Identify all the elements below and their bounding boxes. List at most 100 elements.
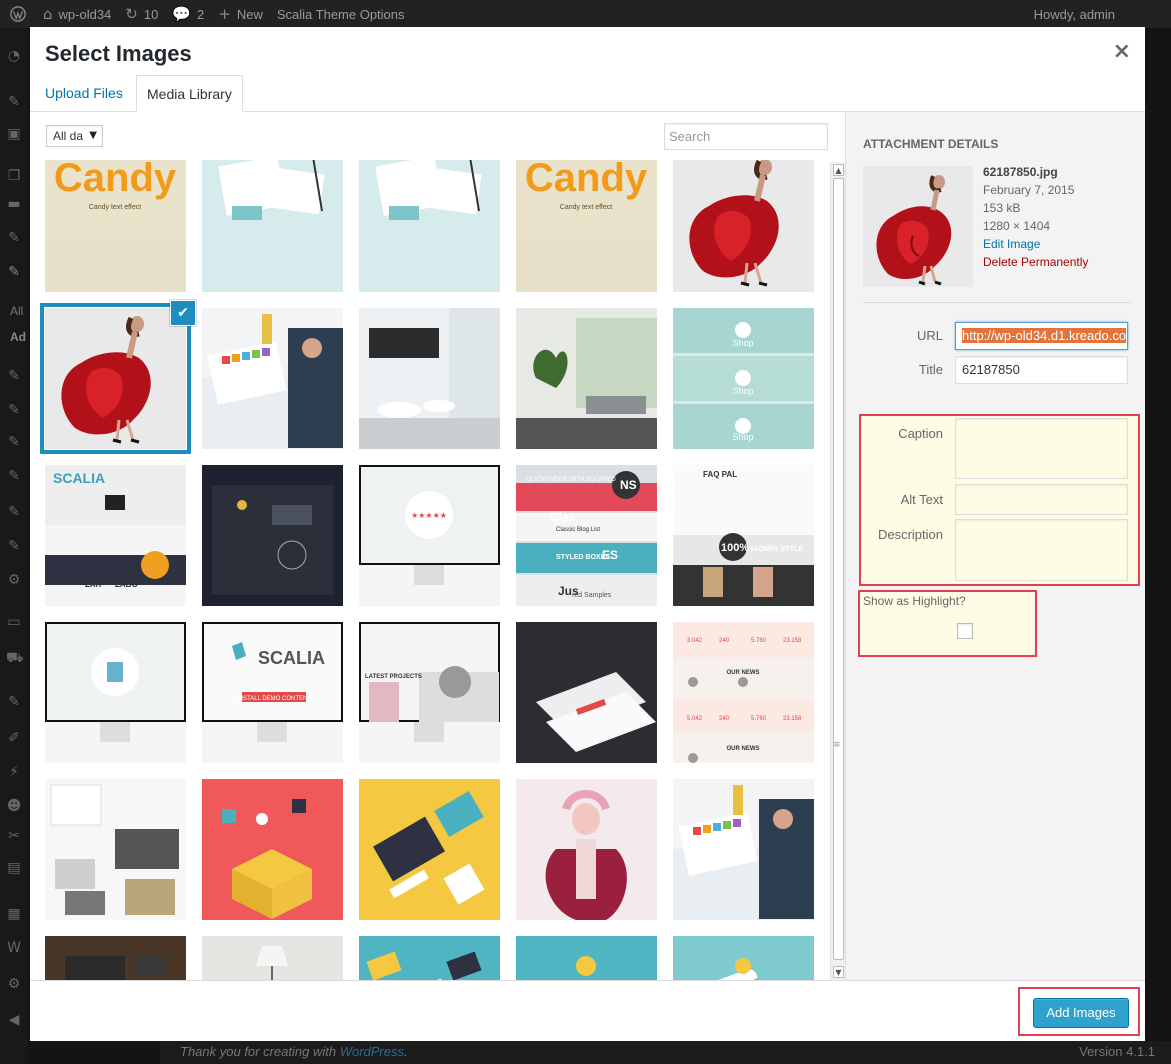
attachment-candy-text-effect-1[interactable]: Candy Candy text effect bbox=[45, 160, 186, 292]
attachment-wooden-desk-keyboard[interactable] bbox=[45, 936, 186, 980]
attachment-color-swatch-tablet[interactable] bbox=[202, 308, 343, 449]
title-field[interactable]: 62187850 bbox=[955, 356, 1128, 384]
cart-icon[interactable]: ⛟ bbox=[6, 650, 24, 666]
quickfinder-screens-label-1: NS bbox=[620, 478, 637, 492]
selected-check-icon[interactable]: ✔ bbox=[171, 301, 195, 325]
attachment-monitor-document[interactable] bbox=[45, 622, 186, 763]
pin-icon-2[interactable]: ✎ bbox=[6, 230, 22, 246]
pin-icon-9[interactable]: ✎ bbox=[6, 694, 22, 710]
footer-thanks: Thank you for creating with WordPress. bbox=[180, 1044, 408, 1059]
tools-icon[interactable]: ✂ bbox=[6, 828, 22, 844]
media-modal: Select Images × Upload Files Media Libra… bbox=[30, 27, 1145, 1041]
account-link[interactable]: Howdy, admin bbox=[1027, 0, 1171, 28]
pin-icon-6[interactable]: ✎ bbox=[6, 468, 22, 484]
attachment-flat-mobile-ui[interactable] bbox=[673, 936, 814, 980]
edit-image-link[interactable]: Edit Image bbox=[983, 235, 1088, 253]
scroll-down-icon[interactable]: ▼ bbox=[833, 966, 844, 978]
new-content-link[interactable]: + New bbox=[211, 0, 270, 28]
our-news-screens-label-5: 23.158 bbox=[783, 638, 802, 644]
attachment-flat-workspace-teal[interactable] bbox=[359, 936, 500, 980]
attachment-living-room-interior[interactable] bbox=[516, 308, 657, 449]
attachment-flat-gift-box[interactable] bbox=[202, 779, 343, 920]
description-textarea[interactable] bbox=[955, 519, 1128, 581]
scroll-up-icon[interactable]: ▲ bbox=[833, 164, 844, 176]
users-icon[interactable]: ☻ bbox=[6, 798, 22, 814]
gear-icon[interactable]: ⚙ bbox=[6, 572, 22, 588]
monitor-scalia-logo-image: SCALIA INSTALL DEMO CONTENT bbox=[202, 622, 343, 763]
theme-options-link[interactable]: Scalia Theme Options bbox=[270, 0, 412, 28]
pin-icon-3[interactable]: ✎ bbox=[6, 368, 22, 384]
tab-upload-files[interactable]: Upload Files bbox=[35, 75, 133, 112]
attachment-pink-hair-model[interactable] bbox=[516, 779, 657, 920]
woo-icon[interactable]: ▭ bbox=[6, 614, 22, 630]
date-filter-select[interactable]: All da ▼ bbox=[46, 125, 103, 147]
alt-text-field[interactable] bbox=[955, 484, 1128, 515]
menu-add-label[interactable]: Ad bbox=[10, 330, 26, 344]
our-news-screens-label-1: OUR NEWS bbox=[727, 746, 760, 752]
brush-icon[interactable]: ✐ bbox=[6, 730, 22, 746]
grid-scrollbar[interactable]: ▲ ≡ ▼ bbox=[830, 162, 845, 980]
attachment-scalia-portfolio-screens[interactable]: SCALIA ZAR ZABO bbox=[45, 465, 186, 606]
comments-icon[interactable]: ▬ bbox=[6, 196, 22, 212]
show-as-highlight-checkbox[interactable] bbox=[957, 623, 973, 639]
attachment-monitor-latest-projects[interactable]: LATEST PROJECTS bbox=[359, 622, 500, 763]
stationery-mockup-2-image bbox=[359, 160, 500, 292]
caption-textarea[interactable] bbox=[955, 418, 1128, 479]
attachment-flat-laboratory[interactable] bbox=[516, 936, 657, 980]
w-icon[interactable]: W bbox=[6, 940, 22, 956]
settings-icon[interactable]: ▤ bbox=[6, 860, 22, 876]
wordpress-link[interactable]: WordPress bbox=[340, 1044, 404, 1059]
site-name-link[interactable]: ⌂ wp-old34 bbox=[36, 0, 118, 28]
attachment-bathroom-interior[interactable] bbox=[359, 308, 500, 449]
attachment-stationery-mockup-2[interactable] bbox=[359, 160, 500, 292]
attachment-monitor-rating[interactable]: ★★★★★ bbox=[359, 465, 500, 606]
attachment-red-dress-photo-crop[interactable] bbox=[673, 160, 814, 292]
dashboard-icon[interactable]: ◔ bbox=[6, 48, 22, 64]
blog-grid-photos-image bbox=[45, 779, 186, 920]
collapse-icon[interactable]: ◀ bbox=[6, 1012, 22, 1028]
attachment-dark-perspective-screens[interactable] bbox=[516, 622, 657, 763]
attachment-shop-screens[interactable]: Shop Shop Shop bbox=[673, 308, 814, 449]
bathroom-interior-image bbox=[359, 308, 500, 449]
media-icon[interactable]: ▣ bbox=[6, 126, 22, 142]
gear-icon-2[interactable]: ⚙ bbox=[6, 976, 22, 992]
gallery-icon[interactable]: ▦ bbox=[6, 906, 22, 922]
attachment-blog-grid-photos[interactable] bbox=[45, 779, 186, 920]
attachment-color-swatch-tablet-2[interactable] bbox=[673, 779, 814, 920]
shop-screens-label-1: Shop bbox=[732, 386, 753, 396]
attachment-faq-masonry-screens[interactable]: FAQ PAL 100% ASONRY STYLE bbox=[673, 465, 814, 606]
quickfinder-screens-label-0: QUICKFINDER WITH SQUARED bbox=[526, 477, 616, 483]
menu-all-label[interactable]: All bbox=[10, 304, 23, 318]
add-images-button[interactable]: Add Images bbox=[1033, 998, 1129, 1028]
scroll-thumb[interactable] bbox=[833, 178, 844, 960]
attachment-quickfinder-screens[interactable]: QUICKFINDER WITH SQUARED NS Clas Classic Bl… bbox=[516, 465, 657, 606]
attachment-our-news-screens[interactable]: OUR NEWS OUR NEWS 3.042 240 5.760 23.158 5.042… bbox=[673, 622, 814, 763]
our-news-screens-label-4: 5.760 bbox=[751, 638, 767, 644]
tab-media-library[interactable]: Media Library bbox=[136, 75, 243, 112]
attachment-candy-text-effect-2[interactable]: Candy Candy text effect bbox=[516, 160, 657, 292]
attachment-red-dress-photo[interactable] bbox=[45, 308, 186, 449]
pin-icon-7[interactable]: ✎ bbox=[6, 504, 22, 520]
pin-icon-4[interactable]: ✎ bbox=[6, 402, 22, 418]
comments-link[interactable]: 💬 2 bbox=[165, 0, 211, 28]
admin-footer: Thank you for creating with WordPress. V… bbox=[160, 1041, 1171, 1064]
pin-icon-5[interactable]: ✎ bbox=[6, 434, 22, 450]
search-input[interactable] bbox=[664, 123, 828, 150]
pin-icon[interactable]: ✎ bbox=[6, 94, 22, 110]
delete-permanently-link[interactable]: Delete Permanently bbox=[983, 253, 1088, 271]
pin-icon-active[interactable]: ✎ bbox=[6, 264, 22, 280]
scalia-portfolio-screens-label-2: ZABO bbox=[115, 580, 138, 589]
plugins-icon[interactable]: ⚡ bbox=[6, 764, 22, 780]
url-field[interactable]: http://wp-old34.d1.kreado.co bbox=[955, 322, 1128, 350]
attachment-lingerie-model-lamp[interactable] bbox=[202, 936, 343, 980]
attachment-monitor-scalia-logo[interactable]: SCALIA INSTALL DEMO CONTENT bbox=[202, 622, 343, 763]
updates-link[interactable]: ↻ 10 bbox=[118, 0, 165, 28]
attachment-stationery-mockup-1[interactable] bbox=[202, 160, 343, 292]
pin-icon-8[interactable]: ✎ bbox=[6, 538, 22, 554]
pages-icon[interactable]: ❐ bbox=[6, 168, 22, 184]
attachment-dark-theme-screens[interactable] bbox=[202, 465, 343, 606]
attachment-flat-desk-yellow[interactable] bbox=[359, 779, 500, 920]
close-icon[interactable]: × bbox=[1113, 39, 1131, 65]
wordpress-logo[interactable] bbox=[0, 0, 36, 28]
description-label: Description bbox=[877, 527, 943, 542]
